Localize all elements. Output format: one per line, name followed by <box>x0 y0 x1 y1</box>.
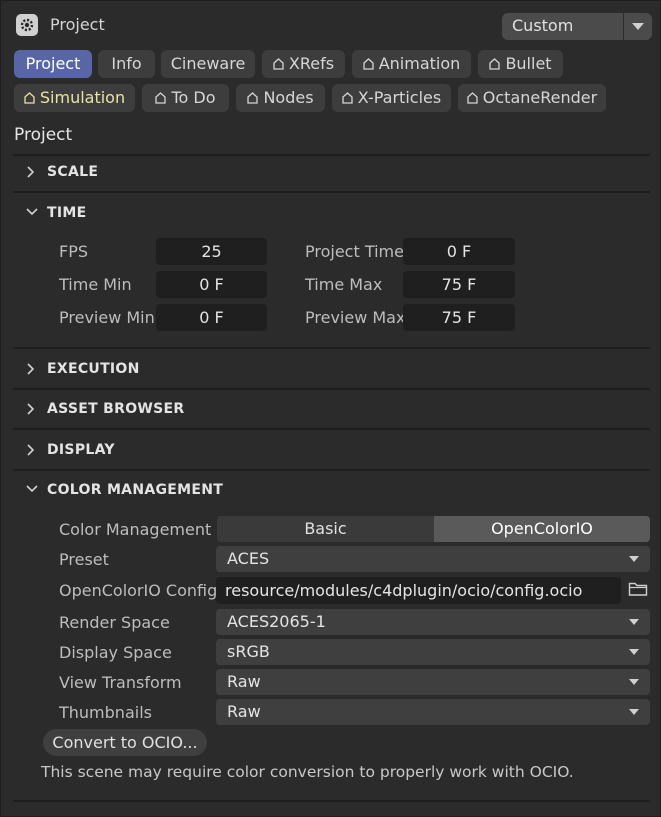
page-title: Project <box>14 125 73 145</box>
chevron-down-icon[interactable] <box>632 23 644 30</box>
convert-to-ocio-button[interactable]: Convert to OCIO... <box>43 729 207 756</box>
home-icon <box>342 92 353 104</box>
chevron-down-icon <box>26 485 38 493</box>
chevron-right-icon <box>27 403 35 415</box>
tab-animation[interactable]: Animation <box>352 50 471 78</box>
chevron-down-icon <box>629 619 639 625</box>
folder-icon[interactable] <box>628 581 648 597</box>
tab-bullet[interactable]: Bullet <box>478 50 563 78</box>
preview-max-label: Preview Max <box>305 308 406 327</box>
tab-info[interactable]: Info <box>98 50 155 78</box>
preview-max-field[interactable]: 75 F <box>403 304 515 331</box>
render-space-dropdown[interactable]: ACES2065-1 <box>216 609 650 635</box>
project-time-field[interactable]: 0 F <box>403 238 515 265</box>
layout-preset-dropdown[interactable]: Custom <box>502 13 652 40</box>
tab-x-particles[interactable]: X-Particles <box>332 84 451 112</box>
home-icon <box>247 92 259 104</box>
view-transform-label: View Transform <box>59 673 182 692</box>
panel-header: Project Custom <box>1 1 661 49</box>
home-icon <box>24 92 35 104</box>
home-icon <box>273 58 284 70</box>
chevron-right-icon <box>27 363 35 375</box>
render-space-label: Render Space <box>59 613 170 632</box>
color-management-mode-switch: Basic OpenColorIO <box>217 516 650 542</box>
tab-simulation[interactable]: Simulation <box>14 84 135 112</box>
fps-field[interactable]: 25 <box>156 238 267 265</box>
mode-basic-option[interactable]: Basic <box>217 516 434 542</box>
preset-label: Preset <box>59 550 109 569</box>
chevron-right-icon <box>27 166 35 178</box>
attribute-manager-panel: Project Custom Project Info Cineware XRe… <box>0 0 661 817</box>
tab-octanerender[interactable]: OctaneRender <box>458 84 606 112</box>
layout-preset-value: Custom <box>512 16 574 35</box>
time-max-label: Time Max <box>305 275 383 294</box>
panel-title: Project <box>50 15 105 34</box>
preview-min-label: Preview Min <box>59 308 155 327</box>
preset-dropdown[interactable]: ACES <box>216 546 650 572</box>
chevron-down-icon <box>26 208 38 216</box>
home-icon <box>363 58 374 70</box>
chevron-right-icon <box>27 444 35 456</box>
thumbnails-dropdown[interactable]: Raw <box>216 699 650 725</box>
preview-min-field[interactable]: 0 F <box>156 304 267 331</box>
chevron-down-icon <box>629 556 639 562</box>
home-icon <box>467 92 478 104</box>
fps-label: FPS <box>59 242 89 261</box>
chevron-down-icon <box>629 649 639 655</box>
tab-cineware[interactable]: Cineware <box>161 50 255 78</box>
view-transform-dropdown[interactable]: Raw <box>216 669 650 695</box>
tab-nodes[interactable]: Nodes <box>236 84 325 112</box>
project-settings-icon <box>16 14 38 36</box>
tab-xrefs[interactable]: XRefs <box>262 50 345 78</box>
chevron-down-icon <box>629 709 639 715</box>
project-time-label: Project Time <box>305 242 404 261</box>
divider <box>13 154 650 156</box>
time-max-field[interactable]: 75 F <box>403 271 515 298</box>
display-space-label: Display Space <box>59 643 172 662</box>
ocio-config-label: OpenColorIO Config <box>59 581 218 600</box>
color-management-label: Color Management <box>59 520 212 539</box>
chevron-down-icon <box>629 679 639 685</box>
tab-project[interactable]: Project <box>14 50 92 78</box>
time-min-field[interactable]: 0 F <box>156 271 267 298</box>
home-icon <box>155 92 167 104</box>
display-space-dropdown[interactable]: sRGB <box>216 639 650 665</box>
ocio-conversion-note: This scene may require color conversion … <box>41 763 574 781</box>
ocio-config-field[interactable]: resource/modules/c4dplugin/ocio/config.o… <box>216 577 621 604</box>
time-min-label: Time Min <box>59 275 132 294</box>
home-icon <box>489 58 501 70</box>
thumbnails-label: Thumbnails <box>59 703 152 722</box>
mode-opencolorio-option[interactable]: OpenColorIO <box>434 516 650 542</box>
tab-to-do[interactable]: To Do <box>142 84 229 112</box>
